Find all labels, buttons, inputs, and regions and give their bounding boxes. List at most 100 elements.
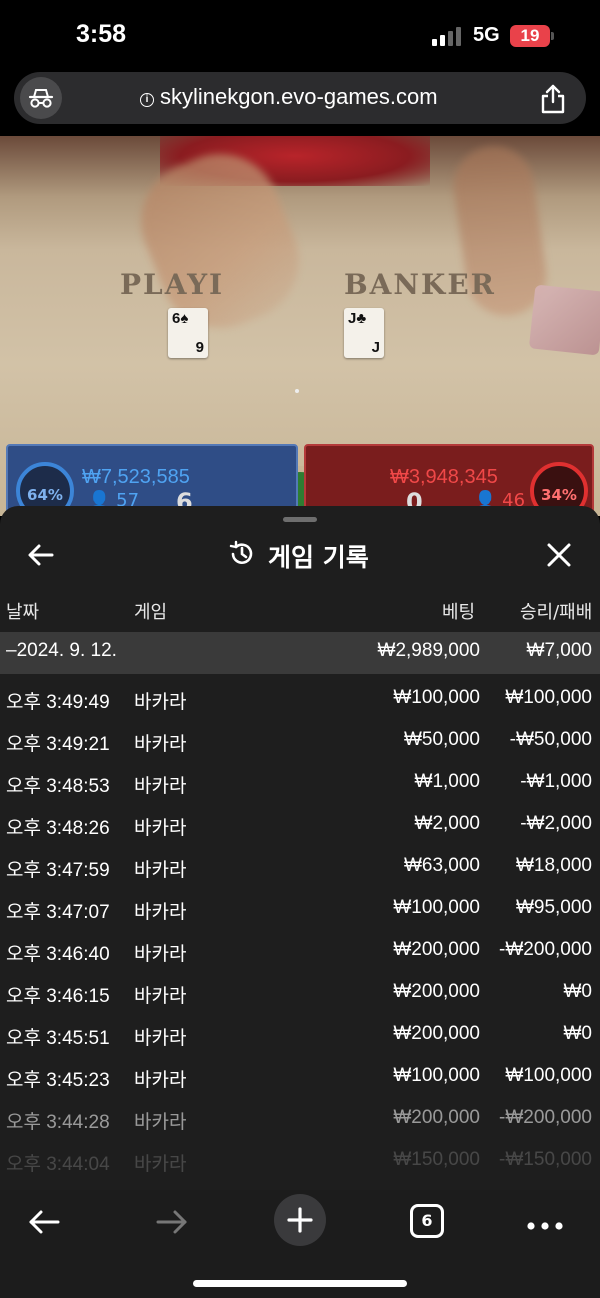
row-bet: ₩1,000 — [414, 771, 480, 792]
card-shoe — [528, 284, 600, 356]
history-row[interactable]: 오후 3:46:40 바카라 ₩200,000 -₩200,000 — [0, 930, 600, 972]
share-icon[interactable] — [536, 82, 570, 116]
player-total-bet: ₩7,523,585 — [82, 466, 190, 488]
row-time: 오후 3:49:21 — [6, 734, 110, 755]
more-menu-icon[interactable] — [526, 1216, 564, 1230]
row-bet: ₩2,000 — [414, 813, 480, 834]
banker-card-rank-bottom: J — [371, 339, 380, 356]
row-game: 바카라 — [134, 1154, 187, 1175]
row-time: 오후 3:49:49 — [6, 692, 110, 713]
row-win-loss: -₩200,000 — [499, 939, 592, 960]
row-bet: ₩200,000 — [393, 981, 480, 1002]
row-time: 오후 3:48:53 — [6, 776, 110, 797]
row-time: 오후 3:47:07 — [6, 902, 110, 923]
nav-forward-icon[interactable] — [154, 1204, 190, 1240]
url-text: skylinekgon.evo-games.com — [160, 84, 438, 109]
battery-level: 19 — [520, 26, 540, 45]
banker-card-suit: ♣ — [356, 310, 367, 327]
row-win-loss: ₩100,000 — [505, 687, 592, 708]
row-game: 바카라 — [134, 1070, 187, 1091]
history-row[interactable]: 오후 3:45:51 바카라 ₩200,000 ₩0 — [0, 1014, 600, 1056]
row-game: 바카라 — [134, 734, 187, 755]
sheet-grabber[interactable] — [283, 517, 317, 522]
row-win-loss: -₩2,000 — [520, 813, 592, 834]
home-indicator[interactable] — [193, 1280, 407, 1287]
row-win-loss: -₩200,000 — [499, 1107, 592, 1128]
table-marker — [295, 389, 299, 393]
history-row[interactable]: 오후 3:44:04 바카라 ₩150,000 -₩150,000 — [0, 1140, 600, 1182]
history-row[interactable]: 오후 3:45:23 바카라 ₩100,000 ₩100,000 — [0, 1056, 600, 1098]
row-game: 바카라 — [134, 944, 187, 965]
row-bet: ₩100,000 — [393, 687, 480, 708]
banker-zone-label: BANKER — [344, 268, 496, 301]
player-card: 6♠ 9 — [168, 308, 208, 358]
row-time: 오후 3:48:26 — [6, 818, 110, 839]
url-display[interactable]: i skylinekgon.evo-games.com — [140, 84, 438, 110]
history-row[interactable]: 오후 3:48:26 바카라 ₩2,000 -₩2,000 — [0, 804, 600, 846]
cellular-signal-icon — [432, 26, 464, 46]
row-time: 오후 3:47:59 — [6, 860, 110, 881]
date-summary-row[interactable]: –2024. 9. 12. ₩2,989,000 ₩7,000 — [0, 632, 600, 674]
status-time: 3:58 — [76, 20, 127, 48]
player-card-suit: ♠ — [180, 310, 189, 327]
history-row[interactable]: 오후 3:44:28 바카라 ₩200,000 -₩200,000 — [0, 1098, 600, 1140]
address-bar[interactable]: i skylinekgon.evo-games.com — [14, 72, 586, 124]
live-game-video[interactable]: PLAYI BANKER 6♠ 9 J♣ J 64% ₩7,523,585 👤 … — [0, 136, 600, 516]
column-header-game[interactable]: 게임 — [134, 598, 167, 624]
column-header-date[interactable]: 날짜 — [6, 598, 39, 624]
history-row[interactable]: 오후 3:49:21 바카라 ₩50,000 -₩50,000 — [0, 720, 600, 762]
sheet-title: 게임 기록 — [228, 538, 369, 574]
new-tab-plus-icon[interactable] — [274, 1194, 326, 1246]
summary-bet-total: ₩2,989,000 — [377, 640, 480, 661]
row-game: 바카라 — [134, 776, 187, 797]
row-time: 오후 3:45:51 — [6, 1028, 110, 1049]
status-bar: 3:58 5G 19 — [0, 0, 600, 70]
nav-back-icon[interactable] — [26, 1204, 62, 1240]
row-win-loss: ₩95,000 — [515, 897, 592, 918]
row-win-loss: -₩1,000 — [520, 771, 592, 792]
row-game: 바카라 — [134, 986, 187, 1007]
history-icon — [228, 540, 256, 572]
row-game: 바카라 — [134, 860, 187, 881]
row-bet: ₩200,000 — [393, 939, 480, 960]
summary-win-loss: ₩7,000 — [526, 640, 592, 661]
row-game: 바카라 — [134, 818, 187, 839]
back-arrow-icon[interactable] — [26, 540, 56, 570]
banker-card: J♣ J — [344, 308, 384, 358]
sheet-header: 게임 기록 — [0, 530, 600, 590]
row-win-loss: ₩0 — [563, 981, 593, 1002]
row-bet: ₩200,000 — [393, 1023, 480, 1044]
row-game: 바카라 — [134, 902, 187, 923]
history-row[interactable]: 오후 3:48:53 바카라 ₩1,000 -₩1,000 — [0, 762, 600, 804]
row-bet: ₩200,000 — [393, 1107, 480, 1128]
history-row[interactable]: 오후 3:47:07 바카라 ₩100,000 ₩95,000 — [0, 888, 600, 930]
player-zone-label: PLAYI — [120, 268, 225, 301]
game-history-sheet: 게임 기록 날짜 게임 베팅 승리/패배 –2024. 9. 12. ₩2,98… — [0, 506, 600, 1192]
history-row[interactable]: 오후 3:47:59 바카라 ₩63,000 ₩18,000 — [0, 846, 600, 888]
row-game: 바카라 — [134, 1112, 187, 1133]
row-win-loss: ₩18,000 — [515, 855, 592, 876]
row-win-loss: ₩0 — [563, 1023, 593, 1044]
row-time: 오후 3:45:23 — [6, 1070, 110, 1091]
browser-toolbar: 6 — [0, 1190, 600, 1298]
row-game: 바카라 — [134, 1028, 187, 1049]
column-header-bet[interactable]: 베팅 — [442, 598, 475, 624]
sheet-title-text: 게임 기록 — [268, 543, 369, 572]
player-card-rank-bottom: 9 — [195, 339, 204, 356]
site-info-icon[interactable]: i — [140, 93, 154, 107]
incognito-icon[interactable] — [20, 77, 62, 119]
history-row[interactable]: 오후 3:46:15 바카라 ₩200,000 ₩0 — [0, 972, 600, 1014]
row-win-loss: -₩50,000 — [509, 729, 592, 750]
battery-icon: 19 — [510, 25, 550, 47]
history-row[interactable]: 오후 3:49:49 바카라 ₩100,000 ₩100,000 — [0, 678, 600, 720]
row-bet: ₩63,000 — [403, 855, 480, 876]
tab-switcher-button[interactable]: 6 — [410, 1204, 444, 1238]
column-header-win-loss[interactable]: 승리/패배 — [520, 598, 592, 624]
row-bet: ₩100,000 — [393, 897, 480, 918]
row-bet: ₩150,000 — [393, 1149, 480, 1170]
history-list: 오후 3:49:49 바카라 ₩100,000 ₩100,000 오후 3:49:21 바… — [0, 678, 600, 1182]
row-win-loss: -₩150,000 — [499, 1149, 592, 1170]
row-time: 오후 3:44:04 — [6, 1154, 110, 1175]
battery-nub — [551, 32, 554, 40]
close-icon[interactable] — [544, 540, 574, 570]
